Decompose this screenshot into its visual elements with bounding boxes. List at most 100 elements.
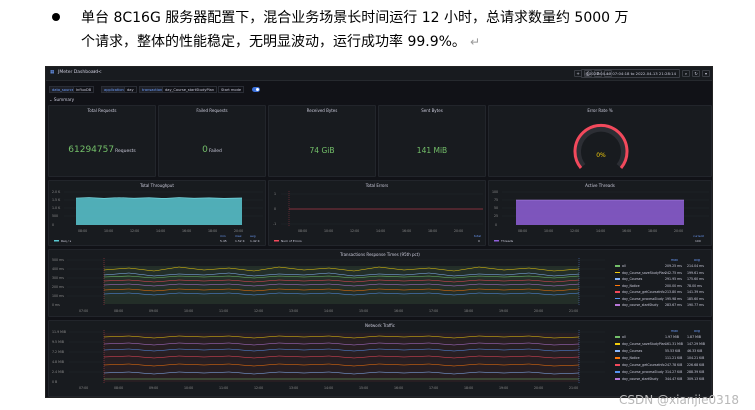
panel-total-errors[interactable]: Total Errors 1 0 -1 08:00 10:00 12:00 14… [268,180,486,246]
legend-swatch [615,297,620,300]
legend-swatch [615,371,620,373]
star-icon[interactable]: ☆ [92,70,96,75]
legend-max: 1.97 MiB [665,335,679,339]
legend-swatch [615,364,620,366]
panel-failed-requests[interactable]: Failed Requests 0Failed [158,105,266,177]
y-tick: 0 [495,223,497,227]
apps-icon[interactable]: ▦ [50,70,54,75]
legend-swatch [615,336,620,338]
y-tick: 100 [492,190,498,194]
legend-swatch [615,265,620,267]
x-tick: 12:00 [350,229,359,233]
legend-item[interactable]: day_Notice [615,356,640,360]
legend-max: 291.95 ms [665,277,682,281]
legend-header: avg [250,234,256,238]
x-tick: 16:00 [394,386,403,390]
throughput-area [76,198,242,225]
legend-item[interactable]: day_Course_saveStudyPlan [615,342,666,346]
panel-title: Sent Bytes [421,108,443,113]
legend-label: all [622,335,626,339]
panel-total-requests[interactable]: Total Requests 61294757Requests [48,105,156,177]
legend-value: 100 [695,239,701,243]
legend-label: Num of Errors [281,239,302,243]
x-tick: 18:00 [464,309,473,313]
x-tick: 12:00 [254,386,263,390]
legend-item[interactable]: day_course_startStudy [615,377,658,381]
legend-avg: 175.60 ms [687,277,704,281]
row-summary[interactable]: ⌄ Summary [49,97,74,102]
panel-network-traffic[interactable]: Network Traffic 11.9 MiB 9.5 MiB 7.2 MiB… [48,320,712,397]
legend-item[interactable]: day_course_startStudy [615,303,658,307]
zoom-out-icon[interactable]: ⌕ [682,70,690,77]
panel-response-times[interactable]: Transactions Response Times (95th pct) 5… [48,249,712,317]
x-tick: 08:00 [114,309,123,313]
legend-label: Threads [500,239,513,243]
refresh-icon[interactable]: ↻ [692,70,700,77]
share-icon[interactable]: < [98,70,102,75]
legend-label: day_Courses [622,277,643,281]
legend-avg: 78.00 ms [687,283,702,288]
panel-received-bytes[interactable]: Received Bytes 74 GiB [268,105,376,177]
time-range-picker[interactable]: ◷ 2022-04-13 07:04:18 to 2022-04-13 21:2… [580,69,680,78]
legend-item[interactable]: day_Course_processStudy [615,297,664,301]
panel-title: Received Bytes [306,108,338,113]
x-tick: 14:00 [376,229,385,233]
legend-value: 5.45 [220,239,227,243]
legend-swatch [615,350,620,352]
panel-active-threads[interactable]: Active Threads 100 75 50 25 0 08:00 10:0… [488,180,712,246]
legend-item[interactable]: day_Courses [615,349,642,353]
legend-item[interactable]: day_Course_getCourseInfo [615,363,665,367]
legend-max: 200.00 ms [665,283,682,288]
legend-swatch [615,343,620,345]
legend-label: day_course_startStudy [622,377,659,381]
legend-item[interactable]: all [615,335,626,339]
legend-item[interactable]: day_Course_getCourseInfo [615,290,665,294]
var-select-data-source[interactable]: InfluxDB [73,86,95,93]
legend-value: 1.42 K [250,239,261,243]
x-tick: 14:00 [156,229,165,233]
x-tick: 17:00 [429,386,438,390]
panel-sent-bytes[interactable]: Sent Bytes 141 MiB [378,105,486,177]
legend-header-max: max [671,329,678,333]
legend-swatch [615,304,620,306]
y-tick: 4.8 MiB [52,360,64,364]
watermark: CSDN @xianjie0318 [618,393,739,407]
legend-avg: 1.87 MiB [687,335,701,339]
legend-swatch [54,240,59,242]
start-mode-toggle[interactable] [252,87,260,92]
legend-item[interactable]: day_Course_saveStudyPlan [615,271,666,275]
throughput-line [75,197,243,199]
y-tick: 1.5 K [52,198,61,202]
legend-item[interactable]: all [615,264,626,268]
panel-total-throughput[interactable]: Total Throughput 2.0 K 1.5 K 1.0 K 500 0… [48,180,266,246]
legend-max: 161.31 MiB [665,342,683,346]
legend-label: all [622,264,626,268]
legend-item[interactable]: day_Course_processStudy [615,370,664,374]
legend-item[interactable]: day_Notice [615,284,640,288]
var-select-transaction[interactable]: day_Course_startStudyPlan [162,86,218,93]
legend-max: 344.47 KiB [665,377,683,381]
panel-error-rate[interactable]: Error Rate % 0% [488,105,712,177]
legend-header: max [235,234,242,238]
x-tick: 14:00 [596,229,605,233]
var-select-application[interactable]: day [124,86,137,93]
refresh-interval-icon[interactable]: ▾ [702,70,710,77]
legend-label: day_Course_processStudy [622,370,664,374]
response-times-chart: 500 ms 400 ms 300 ms 200 ms 100 ms 0 ms [52,258,605,313]
y-tick: 50 [494,206,498,210]
x-tick: 11:00 [219,309,228,313]
x-tick: 17:00 [429,309,438,313]
legend-label: day_Course_getCourseInfo [622,290,665,294]
x-tick: 14:00 [324,386,333,390]
threads-chart: 100 75 50 25 0 08:00 10:00 12:00 14:00 1… [492,190,709,243]
x-tick: 19:00 [499,386,508,390]
y-tick: 100 ms [52,294,64,298]
x-tick: 21:00 [569,309,578,313]
x-tick: 16:00 [182,229,191,233]
legend-max: 283.67 ms [665,303,682,307]
y-tick: 75 [494,198,498,202]
x-tick: 14:00 [324,309,333,313]
x-tick: 16:00 [622,229,631,233]
legend-item[interactable]: day_Courses [615,277,642,281]
x-tick: 13:00 [289,386,298,390]
